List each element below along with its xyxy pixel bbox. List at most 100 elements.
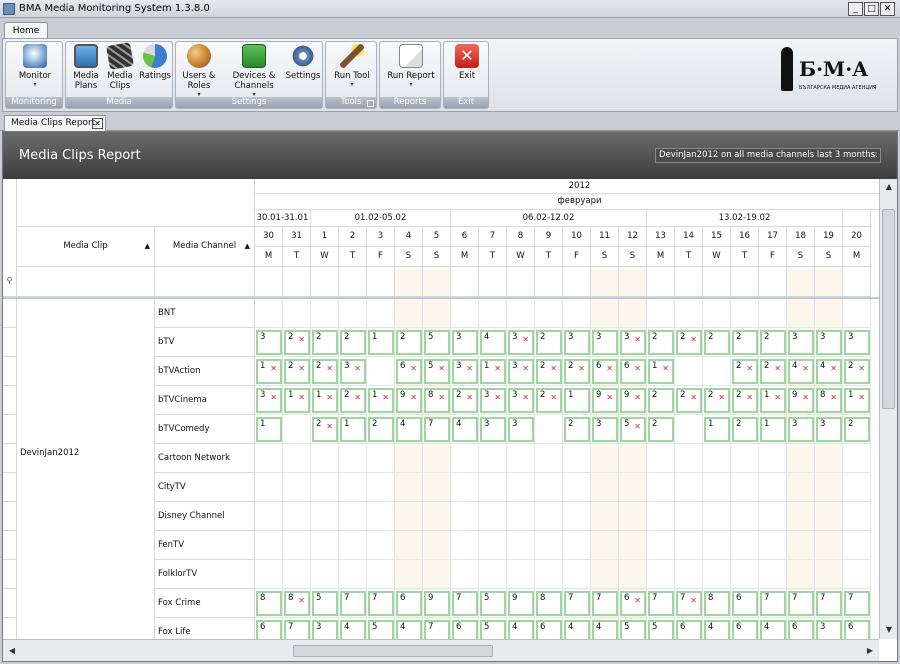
- data-cell[interactable]: [255, 560, 283, 589]
- clip-count[interactable]: 1: [564, 388, 590, 413]
- data-cell[interactable]: 7: [591, 589, 619, 618]
- run-tool-button[interactable]: Run Tool ▾: [329, 44, 375, 88]
- filter-cell[interactable]: [591, 267, 619, 297]
- data-cell[interactable]: 3: [815, 618, 843, 639]
- media-plans-button[interactable]: Media Plans: [70, 44, 102, 91]
- data-cell[interactable]: 4: [395, 618, 423, 639]
- data-cell[interactable]: 3: [591, 328, 619, 357]
- clip-count[interactable]: 2 ✕: [732, 359, 758, 384]
- data-cell[interactable]: [339, 444, 367, 473]
- data-cell[interactable]: [283, 502, 311, 531]
- data-cell[interactable]: [423, 444, 451, 473]
- data-cell[interactable]: [507, 502, 535, 531]
- data-cell[interactable]: [759, 299, 787, 328]
- data-cell[interactable]: [535, 502, 563, 531]
- scroll-right-icon[interactable]: ▶: [863, 644, 877, 658]
- data-cell[interactable]: [675, 299, 703, 328]
- filter-cell[interactable]: [423, 267, 451, 297]
- data-cell[interactable]: 4 ✕: [787, 357, 815, 386]
- clip-count[interactable]: 2: [732, 417, 758, 442]
- data-cell[interactable]: 1: [759, 415, 787, 444]
- clip-count[interactable]: 3: [452, 330, 478, 355]
- data-cell[interactable]: 2 ✕: [731, 386, 759, 415]
- clip-count[interactable]: 1 ✕: [284, 388, 310, 413]
- users-roles-button[interactable]: Users & Roles ▾: [179, 44, 219, 98]
- clip-count[interactable]: 2: [396, 330, 422, 355]
- data-cell[interactable]: [339, 502, 367, 531]
- data-cell[interactable]: [675, 415, 703, 444]
- clip-count[interactable]: 2 ✕: [536, 359, 562, 384]
- data-cell[interactable]: [339, 473, 367, 502]
- data-cell[interactable]: [591, 473, 619, 502]
- data-cell[interactable]: [283, 531, 311, 560]
- data-cell[interactable]: [703, 299, 731, 328]
- data-cell[interactable]: 1: [255, 415, 283, 444]
- filter-cell[interactable]: [255, 267, 283, 297]
- data-cell[interactable]: [843, 473, 871, 502]
- data-cell[interactable]: [591, 444, 619, 473]
- data-cell[interactable]: 6: [731, 589, 759, 618]
- data-cell[interactable]: [619, 473, 647, 502]
- data-cell[interactable]: 1 ✕: [311, 386, 339, 415]
- data-cell[interactable]: [451, 473, 479, 502]
- data-cell[interactable]: 3: [787, 328, 815, 357]
- clip-count[interactable]: 4 ✕: [816, 359, 842, 384]
- data-cell[interactable]: [395, 444, 423, 473]
- data-cell[interactable]: [647, 473, 675, 502]
- ratings-button[interactable]: Ratings: [138, 44, 172, 81]
- data-cell[interactable]: [591, 560, 619, 589]
- data-cell[interactable]: [339, 560, 367, 589]
- data-cell[interactable]: 4: [703, 618, 731, 639]
- data-cell[interactable]: 4: [563, 618, 591, 639]
- data-cell[interactable]: 2 ✕: [563, 357, 591, 386]
- filter-dropdown[interactable]: DevinJan2012 on all media channels last …: [655, 148, 881, 163]
- clip-count[interactable]: 8 ✕: [424, 388, 450, 413]
- devices-channels-button[interactable]: Devices & Channels ▾: [226, 44, 282, 98]
- horizontal-scroll-thumb[interactable]: [293, 645, 493, 657]
- clip-count[interactable]: 2 ✕: [312, 359, 338, 384]
- data-cell[interactable]: 6: [731, 618, 759, 639]
- clip-count[interactable]: 3: [312, 620, 338, 639]
- clip-count[interactable]: 1 ✕: [312, 388, 338, 413]
- row-selector[interactable]: [3, 618, 17, 639]
- clip-count[interactable]: 2: [368, 417, 394, 442]
- close-window-button[interactable]: ✕: [880, 2, 895, 16]
- clip-count[interactable]: 4: [452, 417, 478, 442]
- data-cell[interactable]: [451, 444, 479, 473]
- data-cell[interactable]: [563, 531, 591, 560]
- data-cell[interactable]: [787, 560, 815, 589]
- clip-count[interactable]: 2 ✕: [536, 388, 562, 413]
- data-cell[interactable]: [731, 560, 759, 589]
- data-cell[interactable]: [591, 299, 619, 328]
- data-cell[interactable]: [535, 473, 563, 502]
- data-cell[interactable]: [311, 299, 339, 328]
- clip-count[interactable]: 5: [368, 620, 394, 639]
- row-selector[interactable]: [3, 589, 17, 618]
- data-cell[interactable]: 2 ✕: [283, 328, 311, 357]
- data-cell[interactable]: 7: [451, 589, 479, 618]
- data-cell[interactable]: 2 ✕: [451, 386, 479, 415]
- run-report-button[interactable]: Run Report ▾: [383, 44, 439, 88]
- data-cell[interactable]: [507, 444, 535, 473]
- data-cell[interactable]: 2 ✕: [675, 386, 703, 415]
- settings-button[interactable]: Settings: [284, 44, 322, 81]
- filter-cell-channel[interactable]: [155, 267, 255, 297]
- clip-count[interactable]: 2: [760, 330, 786, 355]
- row-selector[interactable]: [3, 357, 17, 386]
- clip-count[interactable]: 3 ✕: [508, 359, 534, 384]
- data-cell[interactable]: [423, 473, 451, 502]
- clip-count[interactable]: 4: [592, 620, 618, 639]
- row-selector[interactable]: [3, 328, 17, 357]
- data-cell[interactable]: [731, 531, 759, 560]
- data-cell[interactable]: 3 ✕: [255, 386, 283, 415]
- clip-count[interactable]: 6: [256, 620, 282, 639]
- clip-count[interactable]: 4: [396, 417, 422, 442]
- clip-count[interactable]: 2: [648, 417, 674, 442]
- data-cell[interactable]: [759, 531, 787, 560]
- clip-count[interactable]: 3 ✕: [508, 330, 534, 355]
- filter-cell[interactable]: [787, 267, 815, 297]
- data-cell[interactable]: 2 ✕: [731, 357, 759, 386]
- column-header-media-channel[interactable]: Media Channel ▲: [155, 227, 255, 267]
- data-cell[interactable]: [395, 299, 423, 328]
- data-cell[interactable]: [255, 473, 283, 502]
